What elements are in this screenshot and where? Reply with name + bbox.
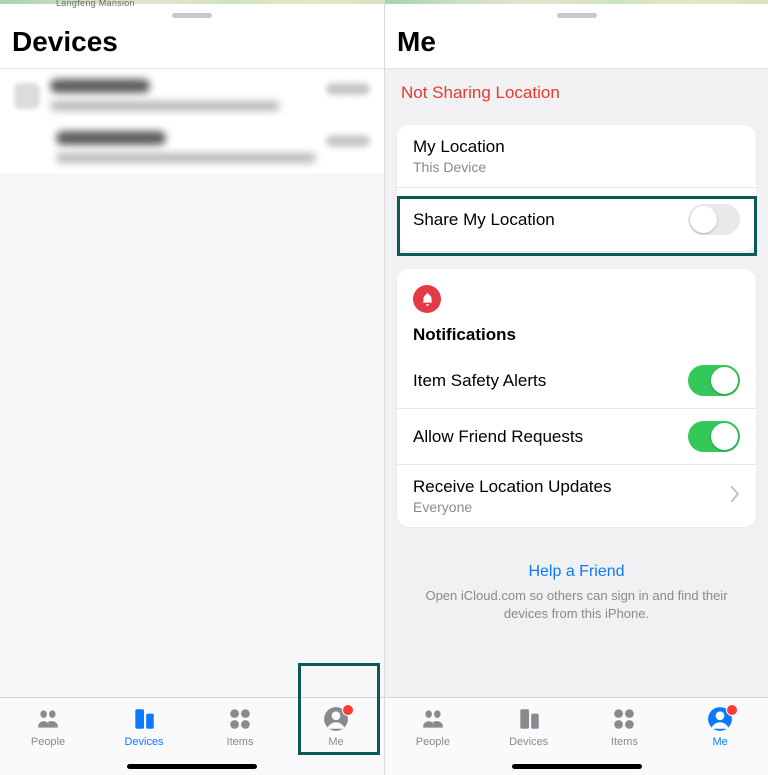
share-my-location-toggle[interactable]	[688, 204, 740, 235]
device-row[interactable]	[0, 121, 384, 173]
my-location-row[interactable]: My Location This Device	[397, 125, 756, 187]
tab-label: Items	[227, 736, 254, 748]
my-location-label: My Location	[413, 137, 740, 157]
device-name-redacted	[56, 131, 166, 145]
item-safety-alerts-toggle[interactable]	[688, 365, 740, 396]
tab-people[interactable]: People	[385, 698, 481, 775]
allow-friend-requests-toggle[interactable]	[688, 421, 740, 452]
tab-label: People	[31, 736, 65, 748]
tab-label: Items	[611, 736, 638, 748]
notifications-group: Notifications Item Safety Alerts Allow F…	[397, 269, 756, 527]
location-group: My Location This Device Share My Locatio…	[397, 125, 756, 251]
people-icon	[35, 706, 61, 732]
bell-icon	[413, 285, 441, 313]
item-safety-alerts-row: Item Safety Alerts	[397, 353, 756, 408]
share-my-location-label: Share My Location	[413, 210, 688, 230]
tab-label: Me	[328, 736, 343, 748]
device-icon	[14, 83, 40, 109]
device-distance-redacted	[326, 83, 370, 95]
map-poi-label: Langfeng Mansion	[56, 0, 135, 8]
chevron-right-icon	[730, 486, 740, 507]
device-row[interactable]	[0, 69, 384, 121]
page-title: Devices	[12, 26, 372, 58]
notifications-heading: Notifications	[413, 325, 740, 345]
device-distance-redacted	[326, 135, 370, 147]
devices-icon	[131, 706, 157, 732]
device-location-redacted	[50, 101, 280, 111]
receive-location-updates-label: Receive Location Updates	[413, 477, 730, 497]
my-location-value: This Device	[413, 159, 740, 175]
sharing-status: Not Sharing Location	[385, 69, 768, 125]
devices-panel: Langfeng Mansion Devices	[0, 0, 384, 775]
sheet-grabber[interactable]	[385, 4, 768, 26]
page-title: Me	[397, 26, 756, 58]
me-panel: Me Not Sharing Location My Location This…	[384, 0, 768, 775]
allow-friend-requests-row: Allow Friend Requests	[397, 408, 756, 464]
people-icon	[420, 706, 446, 732]
me-content: Not Sharing Location My Location This De…	[385, 69, 768, 697]
receive-location-updates-value: Everyone	[413, 499, 730, 515]
tab-label: Me	[712, 736, 727, 748]
allow-friend-requests-label: Allow Friend Requests	[413, 427, 688, 447]
device-name-redacted	[50, 79, 150, 93]
help-subtext: Open iCloud.com so others can sign in an…	[413, 587, 740, 622]
help-a-friend-link[interactable]: Help a Friend	[413, 563, 740, 581]
items-icon	[611, 706, 637, 732]
tab-label: Devices	[124, 736, 163, 748]
badge-dot	[342, 704, 354, 716]
home-indicator	[127, 764, 257, 769]
devices-list	[0, 69, 384, 697]
tab-label: Devices	[509, 736, 548, 748]
badge-dot	[726, 704, 738, 716]
tab-me[interactable]: Me	[672, 698, 768, 775]
home-indicator	[512, 764, 642, 769]
devices-icon	[516, 706, 542, 732]
tab-people[interactable]: People	[0, 698, 96, 775]
items-icon	[227, 706, 253, 732]
share-my-location-row: Share My Location	[397, 187, 756, 251]
help-section: Help a Friend Open iCloud.com so others …	[385, 545, 768, 640]
tab-me[interactable]: Me	[288, 698, 384, 775]
tab-label: People	[416, 736, 450, 748]
devices-header: Devices	[0, 26, 384, 68]
item-safety-alerts-label: Item Safety Alerts	[413, 371, 688, 391]
receive-location-updates-row[interactable]: Receive Location Updates Everyone	[397, 464, 756, 527]
device-location-redacted	[56, 153, 316, 163]
me-header: Me	[385, 26, 768, 68]
